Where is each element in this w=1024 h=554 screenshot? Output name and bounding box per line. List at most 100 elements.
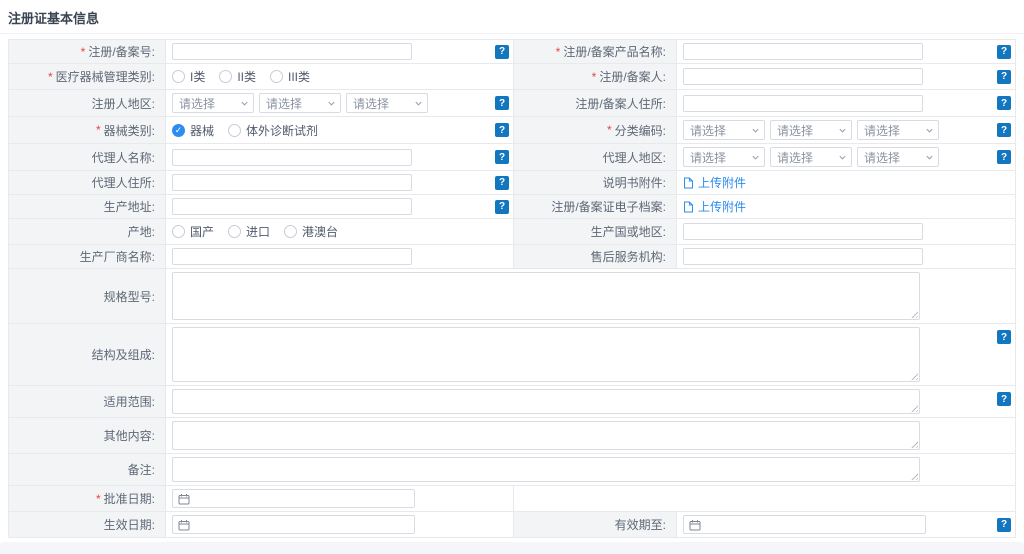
agent-address-input[interactable]	[172, 174, 412, 191]
effective-date-cell	[166, 512, 513, 537]
production-address-cell: ?	[166, 195, 513, 218]
product-name-help-icon[interactable]: ?	[997, 45, 1011, 59]
registrant-region-label: 注册人地区:	[9, 90, 166, 116]
manual-attachment-cell: 上传附件	[677, 171, 1015, 194]
device-category-help-icon[interactable]: ?	[495, 123, 509, 137]
row-agent-name: 代理人名称: ? 代理人地区: 请选择 请选择 请选择 ?	[9, 144, 1015, 171]
agent-region-cell: 请选择 请选择 请选择 ?	[677, 144, 1015, 170]
spec-model-textarea[interactable]	[172, 272, 920, 320]
other-content-textarea[interactable]	[172, 421, 920, 450]
expiry-date-cell: ?	[677, 512, 1015, 537]
approval-date-cell	[166, 486, 513, 511]
other-content-cell	[166, 418, 1015, 453]
registrant-address-input[interactable]	[683, 95, 923, 112]
class-code-select-1[interactable]: 请选择	[683, 120, 765, 140]
production-address-help-icon[interactable]: ?	[495, 200, 509, 214]
agent-region-select-district[interactable]: 请选择	[857, 147, 939, 167]
radio-checked-icon: ✓	[172, 124, 185, 137]
radio-device[interactable]: ✓器械	[172, 122, 214, 139]
cert-archive-upload-link[interactable]: 上传附件	[683, 198, 746, 215]
agent-name-help-icon[interactable]: ?	[495, 150, 509, 164]
class-code-label: *分类编码:	[513, 117, 677, 143]
agent-region-select-province[interactable]: 请选择	[683, 147, 765, 167]
agent-address-help-icon[interactable]: ?	[495, 176, 509, 190]
row-scope: 适用范围: ?	[9, 386, 1015, 418]
after-sales-input[interactable]	[683, 248, 923, 265]
origin-label: 产地:	[9, 219, 166, 244]
registrant-region-help-icon[interactable]: ?	[495, 96, 509, 110]
row-mgmt-class: *医疗器械管理类别: I类 II类 III类 *注册/备案人: ?	[9, 64, 1015, 90]
agent-region-help-icon[interactable]: ?	[997, 150, 1011, 164]
class-code-select-2[interactable]: 请选择	[770, 120, 852, 140]
expiry-date-input[interactable]	[683, 515, 926, 534]
manual-upload-link[interactable]: 上传附件	[683, 174, 746, 191]
radio-class-3[interactable]: III类	[270, 68, 310, 85]
registration-form: *注册/备案号: ? *注册/备案产品名称: ? *医疗器械管理类别: I类 I…	[8, 39, 1016, 538]
chevron-down-icon	[925, 126, 934, 135]
row-production-address: 生产地址: ? 注册/备案证电子档案: 上传附件	[9, 195, 1015, 219]
production-country-label: 生产国或地区:	[513, 219, 677, 244]
required-mark: *	[592, 70, 597, 84]
remark-label: 备注:	[9, 454, 166, 485]
radio-circle-icon	[228, 225, 241, 238]
reg-no-label: *注册/备案号:	[9, 40, 166, 63]
remark-textarea[interactable]	[172, 457, 920, 482]
spec-model-label: 规格型号:	[9, 269, 166, 323]
scope-help-icon[interactable]: ?	[997, 392, 1011, 406]
registrant-help-icon[interactable]: ?	[997, 70, 1011, 84]
reg-no-input[interactable]	[172, 43, 412, 60]
agent-region-label: 代理人地区:	[513, 144, 677, 170]
production-country-cell	[677, 219, 1015, 244]
class-code-help-icon[interactable]: ?	[997, 123, 1011, 137]
registrant-label: *注册/备案人:	[513, 64, 677, 89]
registrant-region-select-city[interactable]: 请选择	[259, 93, 341, 113]
required-mark: *	[48, 70, 53, 84]
radio-imported[interactable]: 进口	[228, 223, 270, 240]
effective-date-input[interactable]	[172, 515, 415, 534]
registrant-region-select-district[interactable]: 请选择	[346, 93, 428, 113]
radio-domestic[interactable]: 国产	[172, 223, 214, 240]
after-sales-label: 售后服务机构:	[513, 245, 677, 268]
class-code-select-3[interactable]: 请选择	[857, 120, 939, 140]
radio-class-1[interactable]: I类	[172, 68, 205, 85]
agent-name-label: 代理人名称:	[9, 144, 166, 170]
agent-region-select-city[interactable]: 请选择	[770, 147, 852, 167]
product-name-input[interactable]	[683, 43, 923, 60]
structure-textarea[interactable]	[172, 327, 920, 382]
structure-help-icon[interactable]: ?	[997, 330, 1011, 344]
reg-no-help-icon[interactable]: ?	[495, 45, 509, 59]
row-effective-date: 生效日期: 有效期至: ?	[9, 512, 1015, 538]
manufacturer-name-cell	[166, 245, 513, 268]
registrant-region-select-province[interactable]: 请选择	[172, 93, 254, 113]
row-structure: 结构及组成: ?	[9, 324, 1015, 386]
production-address-input[interactable]	[172, 198, 412, 215]
chevron-down-icon	[414, 99, 423, 108]
calendar-icon	[178, 493, 190, 505]
radio-hk-macao-taiwan[interactable]: 港澳台	[284, 223, 338, 240]
scope-textarea[interactable]	[172, 389, 920, 414]
registrant-address-help-icon[interactable]: ?	[997, 96, 1011, 110]
registrant-address-label: 注册/备案人住所:	[513, 90, 677, 116]
radio-circle-icon	[172, 70, 185, 83]
approval-date-input[interactable]	[172, 489, 415, 508]
chevron-down-icon	[838, 126, 847, 135]
row-approval-date: *批准日期:	[9, 486, 1015, 512]
expiry-date-label: 有效期至:	[513, 512, 677, 537]
manufacturer-name-input[interactable]	[172, 248, 412, 265]
production-country-input[interactable]	[683, 223, 923, 240]
radio-circle-icon	[270, 70, 283, 83]
footer-band	[0, 542, 1024, 554]
radio-class-2[interactable]: II类	[219, 68, 256, 85]
other-content-label: 其他内容:	[9, 418, 166, 453]
agent-name-input[interactable]	[172, 149, 412, 166]
row-spec-model: 规格型号:	[9, 269, 1015, 324]
row-agent-address: 代理人住所: ? 说明书附件: 上传附件	[9, 171, 1015, 195]
effective-date-label: 生效日期:	[9, 512, 166, 537]
mgmt-class-cell: I类 II类 III类	[166, 64, 513, 89]
radio-ivd[interactable]: 体外诊断试剂	[228, 122, 318, 139]
radio-circle-icon	[228, 124, 241, 137]
registrant-input[interactable]	[683, 68, 923, 85]
expiry-date-help-icon[interactable]: ?	[997, 518, 1011, 532]
required-mark: *	[607, 123, 612, 137]
approval-date-label: *批准日期:	[9, 486, 166, 511]
